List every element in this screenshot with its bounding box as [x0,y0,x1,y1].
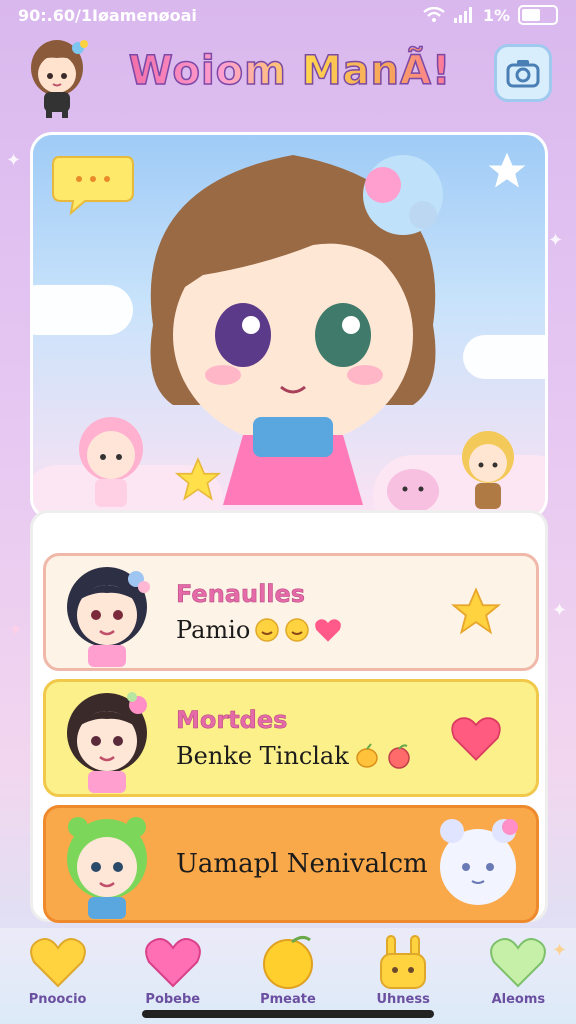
card-subtitle: Uamapl Nenivalcm [176,849,428,879]
sparkle-decoration: ✦ [552,600,568,621]
blonde-friend-illustration [462,431,514,509]
list-item[interactable]: Uamapl Nenivalcm [43,805,539,923]
list-item[interactable]: Fenaulles Pamio [43,553,539,671]
nav-item-aleoms[interactable]: Aleoms [468,934,568,1007]
brown-hair-avatar [67,692,147,793]
heart-icon [315,619,342,642]
app-header: Woiom ManÃ! [0,34,576,120]
nav-label: Pobebe [145,992,201,1007]
star-icon [450,587,502,635]
sparkle-decoration: ✦ [6,150,22,171]
lemon-icon [356,743,378,768]
status-icons: 1% [423,5,558,25]
card-subtitle: Pamio [176,616,251,644]
nav-item-pmeate[interactable]: Pmeate [238,934,338,1007]
lemon-icon [262,935,313,989]
sparkle-decoration: ✦ [8,620,24,641]
blob-friend-illustration [387,469,439,513]
like-heart-button[interactable] [436,698,516,778]
smile-emoji-icon [285,618,310,642]
app-title: Woiom ManÃ! [120,47,460,95]
heart-mint-icon [490,938,547,988]
dark-hair-avatar [67,567,150,667]
sparkle-decoration: ✦ [548,230,564,251]
nav-label: Aleoms [491,992,546,1007]
nav-item-pobebe[interactable]: Pobebe [123,934,223,1007]
card-subtitle-row: Benke Tinclak [176,742,436,770]
profile-avatar[interactable] [22,34,92,118]
star-friend-illustration [174,457,222,501]
home-indicator[interactable] [142,1010,434,1018]
camera-icon [506,60,540,88]
bunny-icon [380,935,427,989]
favorite-star-button[interactable] [436,572,516,652]
heart-yellow-icon [29,938,86,988]
apple-icon [388,744,410,769]
signal-icon [453,7,472,23]
hero-illustration [30,132,548,520]
nav-label: Pmeate [260,992,316,1007]
heart-icon [451,717,501,761]
nav-label: Uhness [376,992,430,1007]
camera-button[interactable] [494,44,552,102]
heart-pink-icon [144,938,201,988]
bunny-friend-illustration [440,819,518,905]
card-title: Mortdes [176,706,288,735]
battery-icon [518,5,558,25]
green-hair-avatar [67,817,147,919]
card-subtitle-row: Pamio [176,616,436,644]
wifi-icon [423,7,445,22]
cloud-decoration [463,335,545,379]
smile-emoji-icon [255,618,280,642]
battery-percent: 1% [482,5,510,25]
list-item[interactable]: Mortdes Benke Tinclak [43,679,539,797]
card-subtitle: Benke Tinclak [176,742,349,770]
pink-girl-illustration [79,417,143,507]
status-time: 90:.60/1Iøamenøoai [18,5,197,25]
nav-item-pnoocio[interactable]: Pnoocio [8,934,108,1007]
character-list: Fenaulles Pamio Mortdes Benke Tinclak Ua… [30,510,548,923]
nav-item-uhness[interactable]: Uhness [353,934,453,1007]
status-bar: 90:.60/1Iøamenøoai 1% [0,0,576,30]
nav-label: Pnoocio [28,992,87,1007]
card-title: Fenaulles [176,580,306,609]
star-icon [488,152,526,188]
